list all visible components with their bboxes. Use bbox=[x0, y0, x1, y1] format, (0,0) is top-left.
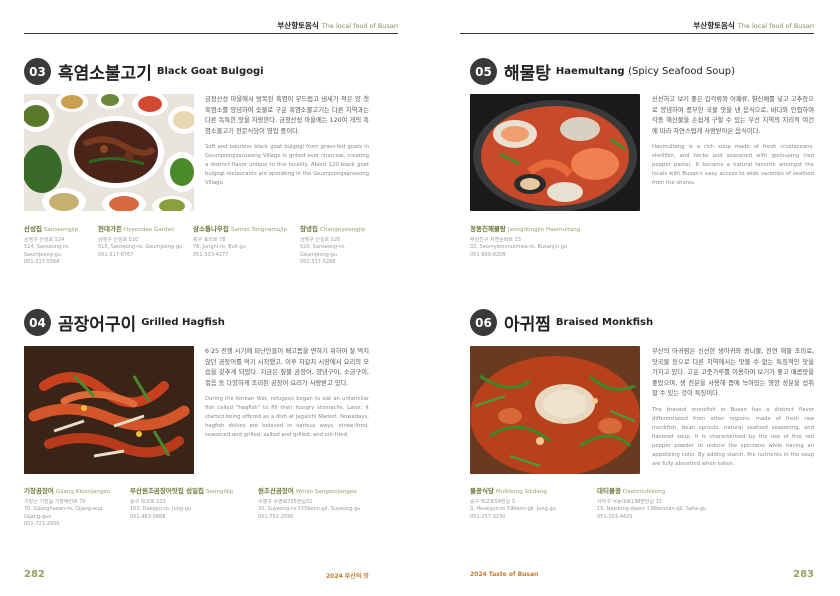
restaurant-hyeondae-garden: 현대가든 Hyeondae Garden 금정구 산성로 510 510, Sans… bbox=[98, 225, 183, 258]
description-en: During the Korean War, refugees began to… bbox=[205, 396, 369, 438]
restaurant-seongiljip: 부산원조곰장어맛집 성일집 Seongiljip 중구 대교로 103 103, D… bbox=[130, 487, 234, 520]
page-number: 283 bbox=[793, 569, 814, 580]
running-header: 부산향토음식 The local food of Busan bbox=[693, 21, 814, 30]
title-en: Black Goat Bulgogi bbox=[156, 66, 264, 77]
restaurant-daetimulkkong: 대티물꽁 Daetimulkkong 사하구 낙동대로138번안길 15 15, N… bbox=[597, 487, 707, 520]
description-ko: 부산의 아귀찜은 신선한 생아귀와 콩나물, 천연 해물 조미료, 맛국물 등으… bbox=[652, 348, 814, 397]
header-rule bbox=[460, 33, 814, 34]
title-ko: 아귀찜 bbox=[504, 315, 551, 335]
section-number: 03 bbox=[24, 58, 51, 85]
restaurant-jeongdongjin-haemultang: 정동진해물탕 Jeongdongjin Haemultang 부산진구 서면문화로… bbox=[470, 225, 581, 258]
description-ko: 6·25 전쟁 시기에 피난민들이 배고픔을 면하기 위하여 잘 먹지 않던 곰… bbox=[205, 348, 369, 387]
description-en: Soft and odorless black goat bulgogi fro… bbox=[205, 144, 369, 186]
page-number: 282 bbox=[24, 569, 45, 580]
section-number: 06 bbox=[470, 309, 497, 336]
running-header: 부산향토음식 The local food of Busan bbox=[277, 21, 398, 30]
title-en: Haemultang (Spicy Seafood Soup) bbox=[555, 66, 736, 77]
restaurant-gijang-kkomjangeo: 기장곰장어 Gijang Kkomjangeo 기장군 기장읍 기장해안로 70 7… bbox=[24, 487, 111, 528]
black-goat-bulgogi-photo bbox=[24, 94, 194, 211]
braised-monkfish-description: 부산의 아귀찜은 신선한 생아귀와 콩나물, 천연 해물 조미료, 맛국물 등으… bbox=[652, 347, 814, 469]
braised-monkfish-photo bbox=[470, 346, 640, 474]
haemultang-description: 신선하고 보기 좋은 갑각류와 어패류, 향신채를 넣고 고추장으로 양념하여 … bbox=[652, 95, 814, 188]
restaurant-samso-tongnamujip: 삼소통나무집 Samso Tongnamujip 북구 효리로 78 78, Jun… bbox=[193, 225, 288, 258]
right-page: 부산향토음식 The local food of Busan 05 해물탕 Hae… bbox=[420, 0, 840, 596]
black-goat-description: 금정산성 마을에서 방목된 흑염이 부드럽고 냄새가 적은 양 첫 흑염소를 양… bbox=[205, 95, 369, 188]
section-number: 05 bbox=[470, 58, 497, 85]
section-title-black-goat: 03 흑염소불고기 Black Goat Bulgogi bbox=[24, 58, 264, 85]
section-title-haemultang: 05 해물탕 Haemultang (Spicy Seafood Soup) bbox=[470, 58, 735, 85]
title-ko: 곰장어구이 bbox=[58, 315, 137, 335]
title-ko: 흑염소불고기 bbox=[58, 64, 152, 84]
grilled-hagfish-photo bbox=[24, 346, 194, 474]
page-footer: 2024 부산의 맛 bbox=[326, 573, 369, 580]
restaurant-mulkkong-sikdang: 물꽁식당 Mulkkong Sikdang 중구 흑교로59번길 3 3, Heuk… bbox=[470, 487, 556, 520]
restaurant-sanseongjip: 산성집 Sanseongjip 금정구 산성로 524 524, Sanseong-… bbox=[24, 225, 79, 266]
restaurant-wonjo-sangomjangeo: 원조산곰장어 Wonjo Sangomjangeo 수영구 수영로725번길32 3… bbox=[258, 487, 361, 520]
section-number: 04 bbox=[24, 309, 51, 336]
header-rule bbox=[24, 33, 398, 34]
restaurant-changnyeongjip: 창녕집 Changnyeongjip 금정구 산성로 520 520, Sanseo… bbox=[300, 225, 366, 266]
left-page: 부산향토음식 The local food of Busan 03 흑염소불고기 … bbox=[0, 0, 420, 596]
title-en: Braised Monkfish bbox=[555, 317, 654, 328]
description-en: The braised monkfish in Busan has a dist… bbox=[652, 406, 814, 467]
haemultang-photo bbox=[470, 94, 640, 211]
description-ko: 금정산성 마을에서 방목된 흑염이 부드럽고 냄새가 적은 양 첫 흑염소를 양… bbox=[205, 96, 369, 135]
title-ko: 해물탕 bbox=[504, 64, 551, 84]
grilled-hagfish-description: 6·25 전쟁 시기에 피난민들이 배고픔을 면하기 위하여 잘 먹지 않던 곰… bbox=[205, 347, 369, 440]
description-en: Haemultang is a rich soup made of fresh … bbox=[652, 144, 814, 186]
description-ko: 신선하고 보기 좋은 갑각류와 어패류, 향신채를 넣고 고추장으로 양념하여 … bbox=[652, 96, 814, 135]
section-title-braised-monkfish: 06 아귀찜 Braised Monkfish bbox=[470, 309, 653, 336]
page-footer: 2024 Taste of Busan bbox=[470, 571, 539, 578]
title-en: Grilled Hagfish bbox=[141, 317, 225, 328]
section-title-grilled-hagfish: 04 곰장어구이 Grilled Hagfish bbox=[24, 309, 225, 336]
